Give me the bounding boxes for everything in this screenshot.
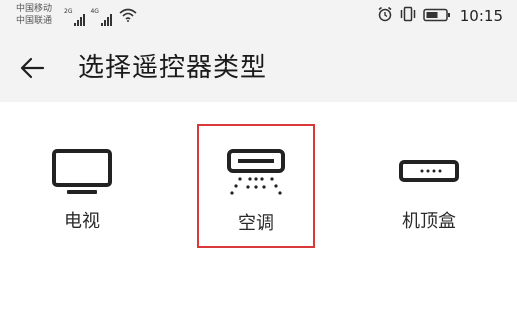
air-conditioner-icon	[199, 149, 313, 198]
set-top-box-icon	[370, 148, 488, 196]
network-type-1: 2G	[64, 8, 73, 15]
alarm-icon	[377, 6, 393, 26]
network-type-2: 4G	[90, 8, 99, 15]
device-option-label: 电视	[64, 211, 100, 232]
status-time: 10:15	[459, 7, 503, 25]
device-option-set-top-box[interactable]: 机顶盒	[370, 124, 488, 248]
battery-icon	[423, 7, 451, 26]
device-option-label: 机顶盒	[402, 211, 456, 232]
signal-icon	[74, 14, 86, 26]
device-option-air-conditioner[interactable]: 空调	[197, 124, 315, 248]
wifi-icon	[119, 7, 137, 26]
screen: 中国移动 中国联通 2G 4G 10:15 选择遥控器类型 电视 空调 机顶盒	[0, 0, 517, 329]
back-arrow-icon	[20, 57, 45, 79]
back-button[interactable]	[14, 50, 50, 86]
title-bar: 选择遥控器类型	[0, 34, 517, 102]
carrier-1: 中国移动	[16, 4, 53, 14]
carrier-names: 中国移动 中国联通	[16, 3, 52, 27]
status-bar: 中国移动 中国联通 2G 4G 10:15	[0, 0, 517, 34]
device-option-tv[interactable]: 电视	[23, 124, 141, 248]
status-right: 10:15	[377, 6, 503, 26]
page-title: 选择遥控器类型	[78, 53, 268, 83]
signal-indicators: 2G 4G	[64, 7, 137, 26]
tv-icon	[23, 148, 141, 196]
carrier-2: 中国联通	[16, 16, 53, 26]
device-option-label: 空调	[238, 213, 274, 234]
vibrate-icon	[399, 6, 417, 26]
signal-icon	[100, 14, 112, 26]
